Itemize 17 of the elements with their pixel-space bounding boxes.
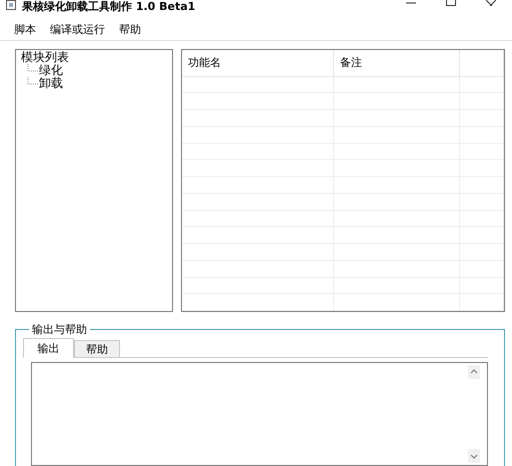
output-text-area[interactable] xyxy=(31,362,488,466)
menu-item[interactable]: 编译或运行 xyxy=(50,22,105,36)
tree-item[interactable]: 绿化 xyxy=(39,64,63,77)
scroll-down-icon[interactable] xyxy=(468,449,480,463)
tree-item[interactable]: 卸载 xyxy=(39,77,63,90)
column-header[interactable]: 备注 xyxy=(334,50,460,76)
window-title: 果核绿化卸载工具制作 1.0 Beta1 xyxy=(22,0,196,13)
menu-item[interactable]: 帮助 xyxy=(119,22,141,36)
menu-item[interactable]: 脚本 xyxy=(14,22,36,36)
maximize-icon[interactable] xyxy=(446,0,456,6)
column-header[interactable]: 功能名 xyxy=(182,50,334,76)
tab[interactable]: 输出 xyxy=(23,338,74,358)
scroll-up-icon[interactable] xyxy=(468,365,480,379)
minimize-icon[interactable] xyxy=(406,0,416,6)
tree-item[interactable]: 模块列表 xyxy=(21,51,167,64)
tab[interactable]: 帮助 xyxy=(74,340,120,357)
group-title: 输出与帮助 xyxy=(31,322,88,337)
